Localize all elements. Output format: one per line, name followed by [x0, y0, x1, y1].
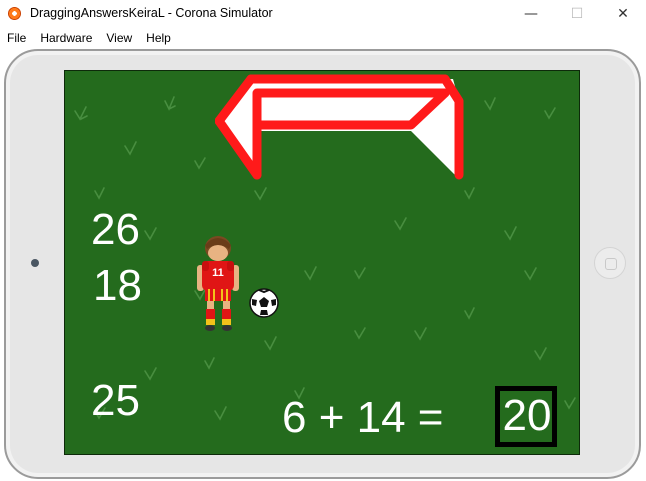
- soccer-player: 11: [197, 236, 239, 331]
- soccer-goal: [215, 74, 464, 180]
- menu-file[interactable]: File: [0, 31, 33, 45]
- answer-box-value: 20: [502, 391, 552, 440]
- answer-choice[interactable]: 25: [91, 379, 140, 423]
- menu-bar: File Hardware View Help: [0, 28, 646, 47]
- menu-view[interactable]: View: [99, 31, 139, 45]
- maximize-button[interactable]: ☐: [554, 0, 600, 28]
- soccer-ball[interactable]: [248, 287, 280, 319]
- close-button[interactable]: ✕: [600, 0, 646, 28]
- window-title: DraggingAnswersKeiraL - Corona Simulator: [30, 6, 273, 20]
- menu-hardware[interactable]: Hardware: [33, 31, 99, 45]
- answer-choice[interactable]: 18: [93, 264, 142, 308]
- corona-app-icon: [8, 7, 21, 20]
- device-camera: [31, 259, 39, 267]
- math-equation: 6 + 14 =: [282, 393, 444, 442]
- answer-choice[interactable]: 26: [91, 208, 140, 252]
- game-screen: 26 18 25 11 6 + 14 = 20: [64, 70, 580, 455]
- device-home-button[interactable]: [594, 247, 626, 279]
- menu-help[interactable]: Help: [139, 31, 178, 45]
- title-bar: DraggingAnswersKeiraL - Corona Simulator…: [0, 0, 646, 28]
- minimize-button[interactable]: —: [508, 0, 554, 28]
- player-number: 11: [212, 267, 224, 279]
- answer-drop-box[interactable]: 20: [495, 386, 557, 447]
